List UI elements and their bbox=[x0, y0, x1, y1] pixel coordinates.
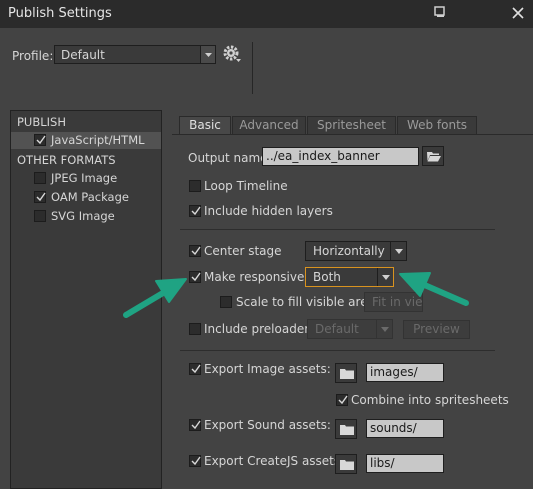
other-formats-category: OTHER FORMATS bbox=[17, 153, 116, 167]
folder-icon bbox=[340, 369, 354, 379]
scale-to-fill-label: Scale to fill visible area bbox=[236, 295, 375, 309]
divider bbox=[180, 229, 495, 230]
export-sound-checkbox[interactable] bbox=[189, 419, 201, 431]
make-responsive-value: Both bbox=[313, 270, 341, 284]
jpeg-checkbox[interactable] bbox=[34, 172, 46, 184]
export-sound-label: Export Sound assets: bbox=[204, 418, 331, 432]
divider bbox=[180, 350, 495, 351]
format-label: JPEG Image bbox=[51, 171, 118, 185]
preview-button[interactable]: Preview bbox=[403, 320, 470, 339]
include-preloader-label: Include preloader bbox=[204, 322, 310, 336]
make-responsive-label: Make responsive bbox=[204, 270, 305, 284]
profile-value: Default bbox=[61, 48, 105, 62]
restore-icon[interactable] bbox=[434, 6, 446, 18]
tab-web-fonts[interactable]: Web fonts bbox=[397, 116, 477, 135]
format-javascript-html[interactable]: JavaScript/HTML bbox=[11, 132, 161, 149]
image-path-input[interactable]: images/ bbox=[366, 363, 444, 382]
tab-basic[interactable]: Basic bbox=[179, 116, 231, 135]
loop-timeline-checkbox[interactable] bbox=[189, 180, 201, 192]
header-divider bbox=[252, 42, 253, 94]
scale-value: Fit in view bbox=[372, 295, 423, 309]
center-stage-select[interactable]: Horizontally bbox=[305, 241, 407, 261]
make-responsive-select[interactable]: Both bbox=[305, 267, 394, 287]
chevron-down-icon bbox=[390, 242, 406, 260]
oam-checkbox[interactable] bbox=[34, 191, 46, 203]
format-label: OAM Package bbox=[51, 190, 129, 204]
image-folder-button[interactable] bbox=[335, 363, 357, 383]
folder-open-icon bbox=[427, 152, 441, 162]
make-responsive-checkbox[interactable] bbox=[189, 271, 201, 283]
folder-icon bbox=[340, 460, 354, 470]
preloader-value: Default bbox=[315, 322, 359, 336]
export-image-label: Export Image assets: bbox=[204, 362, 331, 376]
preloader-select[interactable]: Default bbox=[307, 319, 393, 339]
javascript-html-checkbox[interactable] bbox=[34, 134, 46, 146]
sound-folder-button[interactable] bbox=[335, 419, 357, 439]
include-preloader-checkbox[interactable] bbox=[189, 323, 201, 335]
gear-icon[interactable] bbox=[222, 44, 242, 64]
scale-select[interactable]: Fit in view bbox=[364, 292, 423, 312]
export-createjs-checkbox[interactable] bbox=[189, 455, 201, 467]
format-label: JavaScript/HTML bbox=[51, 133, 145, 147]
chevron-down-icon bbox=[200, 46, 215, 63]
center-stage-label: Center stage bbox=[204, 244, 282, 258]
loop-timeline-label: Loop Timeline bbox=[204, 179, 288, 193]
tab-spritesheet[interactable]: Spritesheet bbox=[307, 116, 396, 135]
export-image-checkbox[interactable] bbox=[189, 363, 201, 375]
center-stage-checkbox[interactable] bbox=[189, 245, 201, 257]
output-name-label: Output name: bbox=[188, 151, 272, 165]
combine-spritesheets-checkbox[interactable] bbox=[336, 394, 348, 406]
createjs-folder-button[interactable] bbox=[335, 454, 357, 474]
scale-to-fill-checkbox[interactable] bbox=[220, 296, 232, 308]
chevron-down-icon bbox=[376, 320, 392, 338]
close-icon[interactable] bbox=[511, 6, 525, 20]
profile-select[interactable]: Default bbox=[54, 45, 216, 64]
export-createjs-label: Export CreateJS assets: bbox=[204, 454, 345, 468]
include-hidden-label: Include hidden layers bbox=[204, 204, 333, 218]
tab-advanced[interactable]: Advanced bbox=[232, 116, 306, 135]
createjs-path-input[interactable]: libs/ bbox=[366, 454, 444, 473]
chevron-down-icon bbox=[377, 268, 393, 286]
profile-label: Profile: bbox=[12, 49, 54, 63]
include-hidden-checkbox[interactable] bbox=[189, 205, 201, 217]
publish-category: PUBLISH bbox=[17, 115, 66, 129]
format-label: SVG Image bbox=[51, 209, 115, 223]
folder-icon bbox=[340, 425, 354, 435]
output-browse-button[interactable] bbox=[422, 146, 444, 166]
output-name-input[interactable]: ../ea_index_banner bbox=[262, 147, 419, 166]
svg-checkbox[interactable] bbox=[34, 210, 46, 222]
combine-spritesheets-label: Combine into spritesheets bbox=[351, 393, 509, 407]
center-stage-value: Horizontally bbox=[313, 244, 385, 258]
window-title: Publish Settings bbox=[8, 6, 112, 21]
format-list: PUBLISH JavaScript/HTML OTHER FORMATS JP… bbox=[10, 110, 162, 489]
sound-path-input[interactable]: sounds/ bbox=[366, 419, 444, 438]
